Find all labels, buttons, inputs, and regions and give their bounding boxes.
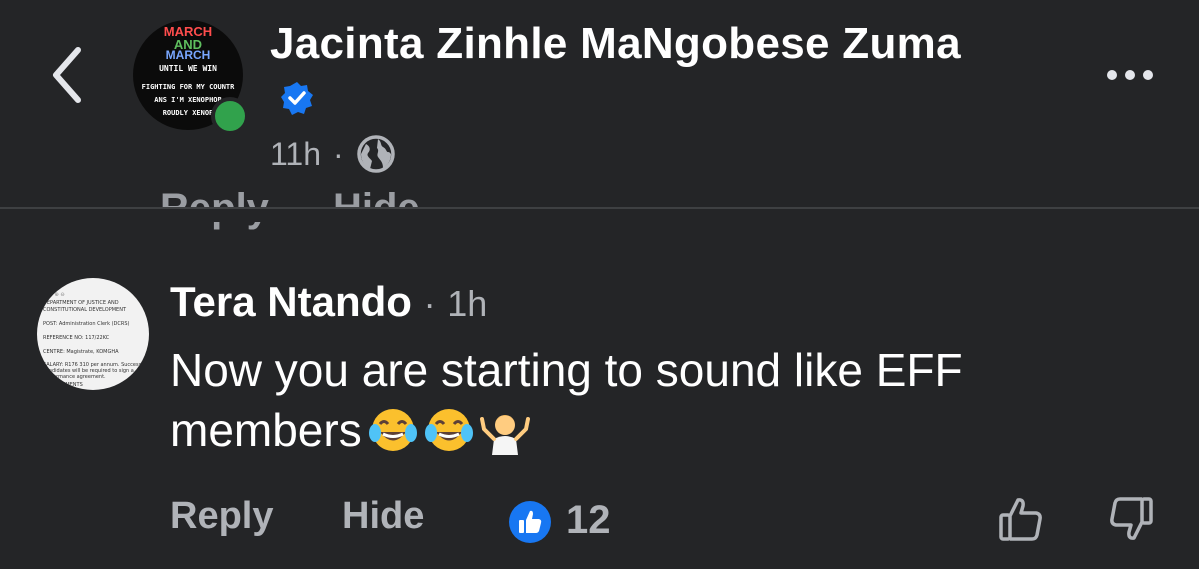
person-shrugging-emoji-icon xyxy=(479,414,530,455)
online-status-dot xyxy=(211,97,249,135)
comment-header: Tera Ntando · 1h xyxy=(170,278,487,326)
post-time[interactable]: 11h xyxy=(270,136,321,173)
author-name[interactable]: Jacinta Zinhle MaNgobese Zuma xyxy=(270,16,970,128)
tears-of-joy-emoji-icon xyxy=(368,408,417,451)
doc-icons: ⊕ ⊖ ⊕ ⊖ xyxy=(43,292,65,298)
comment-separator: · xyxy=(423,283,436,324)
post-header: MARCH AND MARCH UNTIL WE WIN FIGHTING FO… xyxy=(0,0,1199,208)
like-reaction-icon[interactable] xyxy=(508,500,552,544)
globe-icon xyxy=(356,135,395,173)
meta-separator: · xyxy=(333,135,344,172)
verified-badge-icon xyxy=(281,82,313,116)
post-meta: 11h · xyxy=(270,134,396,174)
commenter-avatar[interactable]: ⊕ ⊖ ⊕ ⊖ DEPARTMENT OF JUSTICE AND CONSTI… xyxy=(37,278,149,390)
comment-time[interactable]: 1h xyxy=(447,283,487,324)
scroll-mask xyxy=(0,208,1199,222)
header-divider xyxy=(0,207,1199,209)
hide-button[interactable]: Hide xyxy=(342,495,424,538)
commenter-name[interactable]: Tera Ntando xyxy=(170,278,412,325)
like-count[interactable]: 12 xyxy=(566,498,611,543)
reply-button[interactable]: Reply xyxy=(170,495,273,538)
back-arrow-icon[interactable] xyxy=(44,40,94,110)
comment-text: Now you are starting to sound like EFF m… xyxy=(170,344,963,456)
thumbs-down-icon[interactable] xyxy=(1106,494,1156,544)
tears-of-joy-emoji-icon xyxy=(424,408,473,451)
thumbs-up-icon[interactable] xyxy=(996,494,1046,544)
more-options-icon[interactable] xyxy=(1100,60,1160,90)
comment-body: Now you are starting to sound like EFF m… xyxy=(170,340,1070,460)
